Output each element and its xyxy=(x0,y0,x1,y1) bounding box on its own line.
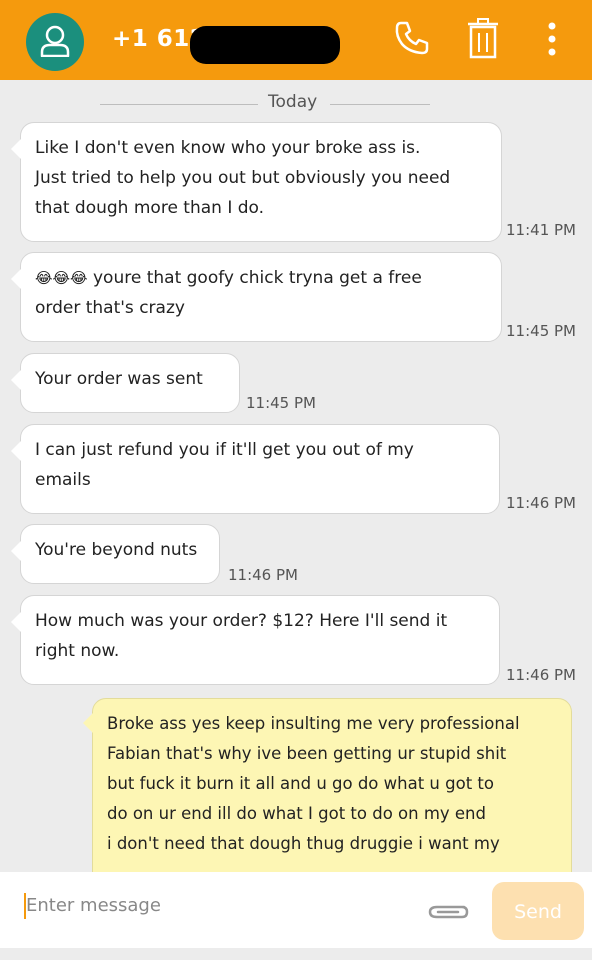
message-line: I can just refund you if it'll get you o… xyxy=(35,440,414,460)
message-thread[interactable]: Today Like I don't even know who your br… xyxy=(0,80,592,872)
incoming-message[interactable]: 😂😂😂 youre that goofy chick tryna get a f… xyxy=(11,252,502,342)
attach-button[interactable] xyxy=(424,898,470,928)
incoming-message[interactable]: You're beyond nuts xyxy=(11,524,220,584)
message-line: that dough more than I do. xyxy=(35,198,265,218)
message-input[interactable] xyxy=(26,890,386,920)
message-timestamp: 11:41 PM xyxy=(506,221,576,239)
message-timestamp: 11:45 PM xyxy=(246,394,316,412)
call-button[interactable] xyxy=(392,18,432,62)
message-line: order that's crazy xyxy=(35,298,185,318)
message-timestamp: 11:45 PM xyxy=(506,322,576,340)
message-line: 😂😂😂 youre that goofy chick tryna get a f… xyxy=(35,268,422,288)
incoming-message[interactable]: How much was your order? $12? Here I'll … xyxy=(11,595,500,685)
bottom-strip xyxy=(0,948,592,960)
date-label: Today xyxy=(268,92,318,112)
message-timestamp: 11:46 PM xyxy=(228,566,298,584)
more-vert-icon xyxy=(548,22,556,56)
message-line: Your order was sent xyxy=(35,369,203,389)
date-divider: Today xyxy=(0,92,592,116)
laughing-emoji-icon: 😂😂😂 xyxy=(35,269,88,287)
redaction-mark xyxy=(190,26,340,64)
message-line: but fuck it burn it all and u go do what… xyxy=(107,774,494,793)
phone-icon xyxy=(395,21,429,55)
message-line: You're beyond nuts xyxy=(35,540,198,560)
trash-icon xyxy=(468,18,498,59)
conversation-header: +1 612– xyxy=(0,0,592,80)
incoming-message[interactable]: Your order was sent xyxy=(11,353,240,413)
outgoing-message[interactable]: Broke ass yes keep insulting me very pro… xyxy=(83,698,572,872)
divider-line xyxy=(100,104,258,105)
delete-button[interactable] xyxy=(466,18,500,64)
incoming-message[interactable]: I can just refund you if it'll get you o… xyxy=(11,424,500,514)
message-line: Fabian that's why ive been getting ur st… xyxy=(107,744,507,763)
contact-avatar[interactable] xyxy=(26,13,84,71)
person-icon xyxy=(40,25,70,57)
send-button[interactable]: Send xyxy=(492,882,584,940)
message-line: Broke ass yes keep insulting me very pro… xyxy=(107,714,520,733)
message-timestamp: 11:46 PM xyxy=(506,666,576,684)
message-line: Just tried to help you out but obviously… xyxy=(35,168,451,188)
message-line: do on ur end ill do what I got to do on … xyxy=(107,804,486,823)
paperclip-icon xyxy=(428,905,469,919)
incoming-message[interactable]: Like I don't even know who your broke as… xyxy=(11,122,502,242)
message-line: i don't need that dough thug druggie i w… xyxy=(107,834,500,853)
message-line: right now. xyxy=(35,641,120,661)
message-line: How much was your order? $12? Here I'll … xyxy=(35,611,448,631)
overflow-menu-button[interactable] xyxy=(545,18,559,64)
message-timestamp: 11:46 PM xyxy=(506,494,576,512)
divider-line xyxy=(330,104,430,105)
message-line: Like I don't even know who your broke as… xyxy=(35,138,421,158)
message-line: emails xyxy=(35,470,91,490)
